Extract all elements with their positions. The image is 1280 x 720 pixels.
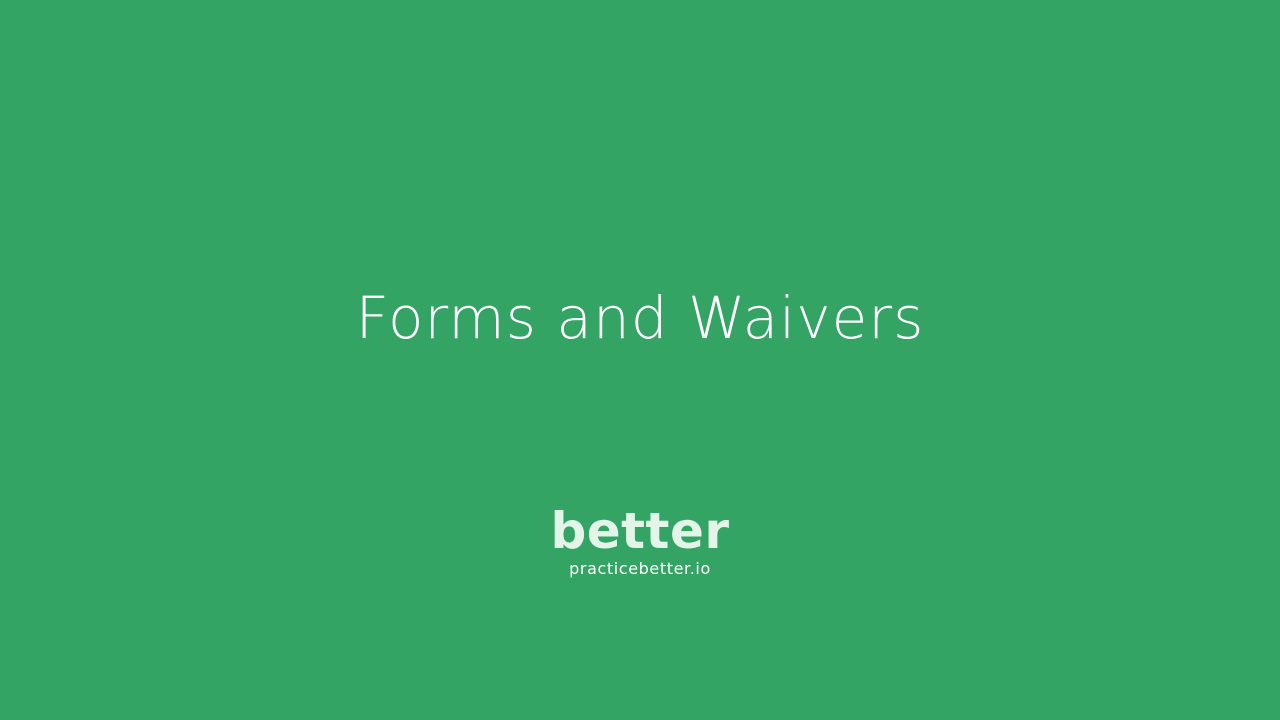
brand-url: practicebetter.io: [569, 559, 711, 578]
slide-title: Forms and Waivers: [355, 284, 925, 352]
brand-logo: better: [550, 502, 730, 560]
brand-block: better practicebetter.io: [0, 500, 1280, 579]
